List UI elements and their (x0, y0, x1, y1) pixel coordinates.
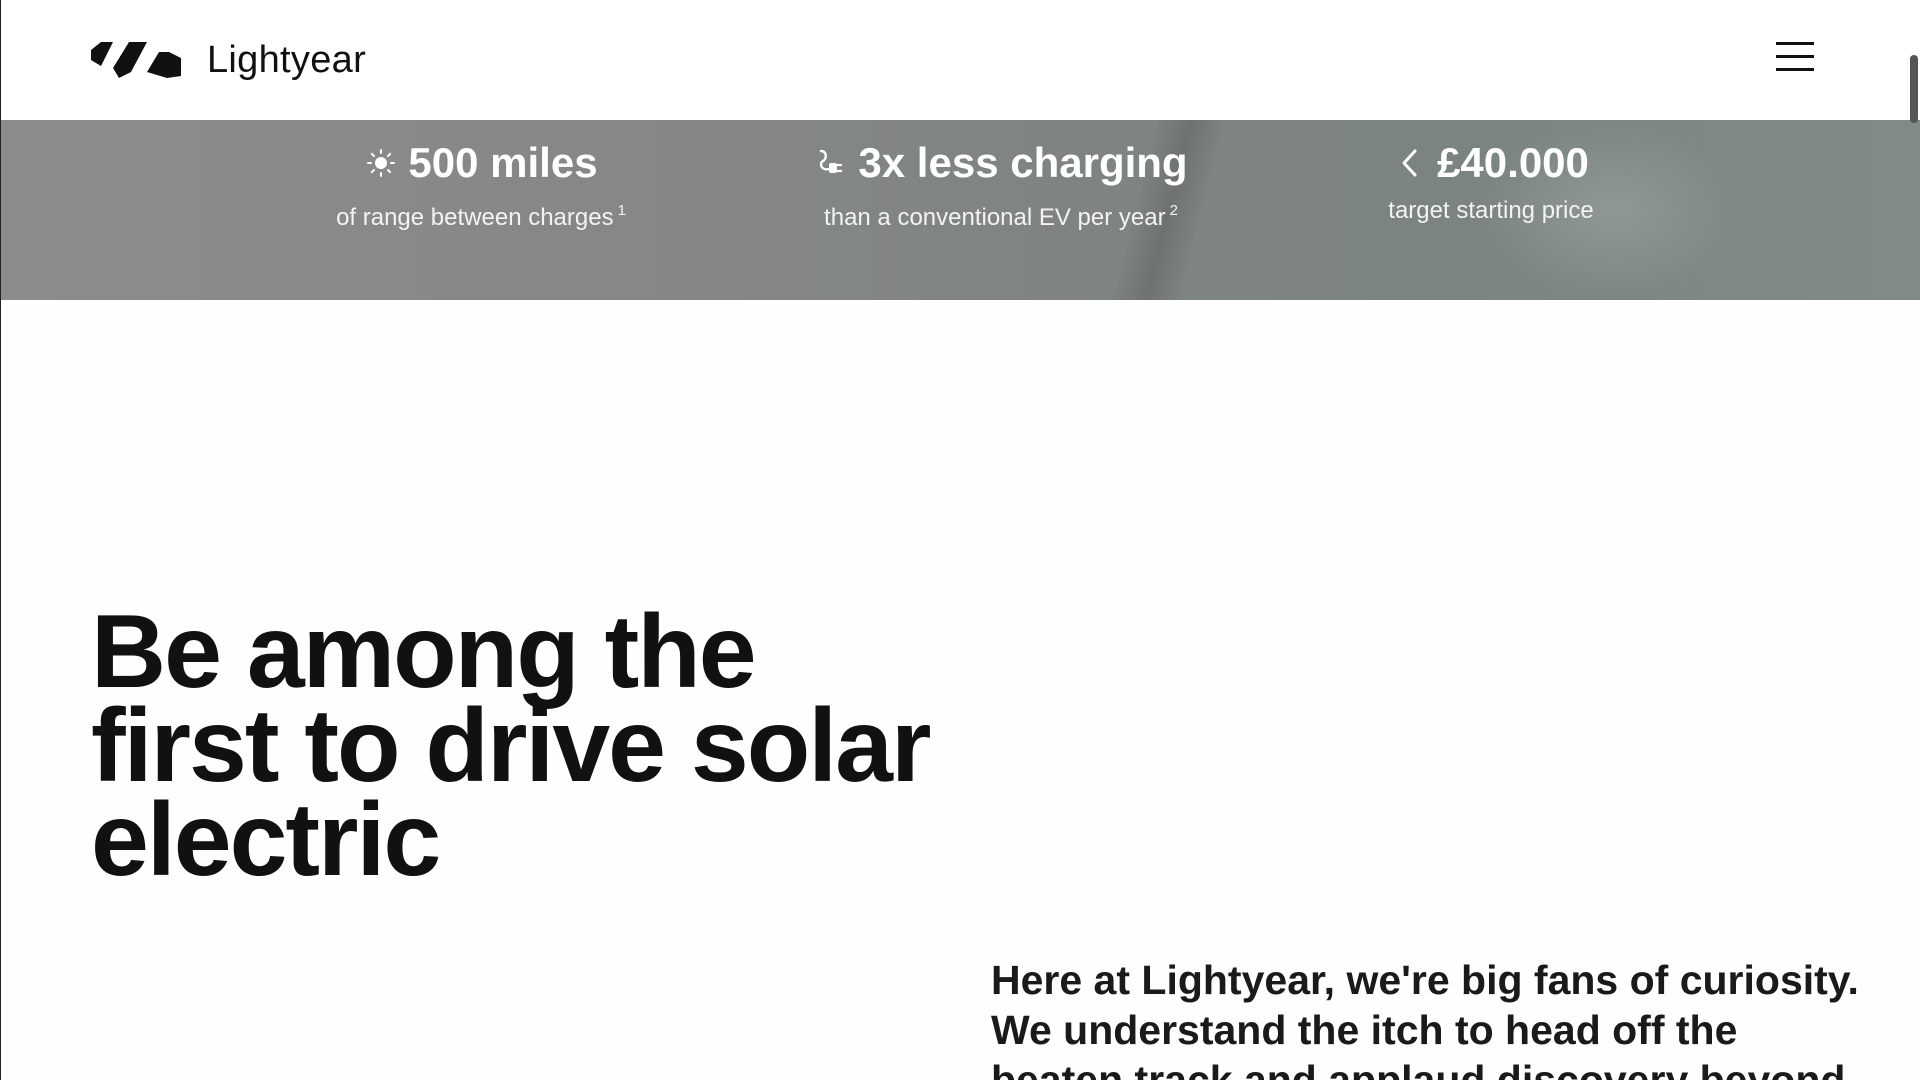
menu-bar (1776, 68, 1814, 71)
menu-bar (1776, 55, 1814, 58)
stat-description: of range between charges (336, 204, 614, 231)
menu-bar (1776, 42, 1814, 45)
stat-price: £40.000 target starting price (1341, 138, 1641, 226)
stat-description: target starting price (1388, 197, 1594, 224)
stat-range: 500 miles of range between charges 1 (301, 138, 661, 233)
footnote-marker[interactable]: 2 (1170, 202, 1178, 219)
stats-banner: 500 miles of range between charges 1 3x l… (1, 120, 1920, 300)
lightyear-logo-icon (91, 42, 181, 78)
plug-icon (814, 146, 848, 180)
hero-heading: Be among the first to drive solar electr… (91, 600, 951, 892)
site-header: Lightyear (1, 0, 1920, 120)
stat-headline: £40.000 (1437, 139, 1589, 186)
brand-name: Lightyear (207, 38, 367, 81)
hero-heading-line: electric (91, 782, 441, 898)
chevron-left-icon (1393, 146, 1427, 180)
page: Lightyear 500 miles of range between cha… (0, 0, 1920, 1080)
footnote-marker[interactable]: 1 (618, 202, 626, 219)
stat-description: than a conventional EV per year (824, 204, 1166, 231)
scrollbar-thumb[interactable] (1910, 55, 1918, 123)
logo-link[interactable]: Lightyear (91, 38, 366, 82)
sun-icon (364, 146, 398, 180)
stat-headline: 500 miles (408, 139, 598, 186)
intro-paragraph: Here at Lightyear, we're big fans of cur… (991, 957, 1859, 1080)
stat-headline: 3x less charging (858, 139, 1188, 186)
scrollbar[interactable] (1907, 0, 1920, 1080)
hamburger-menu-icon[interactable] (1773, 42, 1817, 78)
stat-charging: 3x less charging than a conventional EV … (801, 138, 1201, 233)
